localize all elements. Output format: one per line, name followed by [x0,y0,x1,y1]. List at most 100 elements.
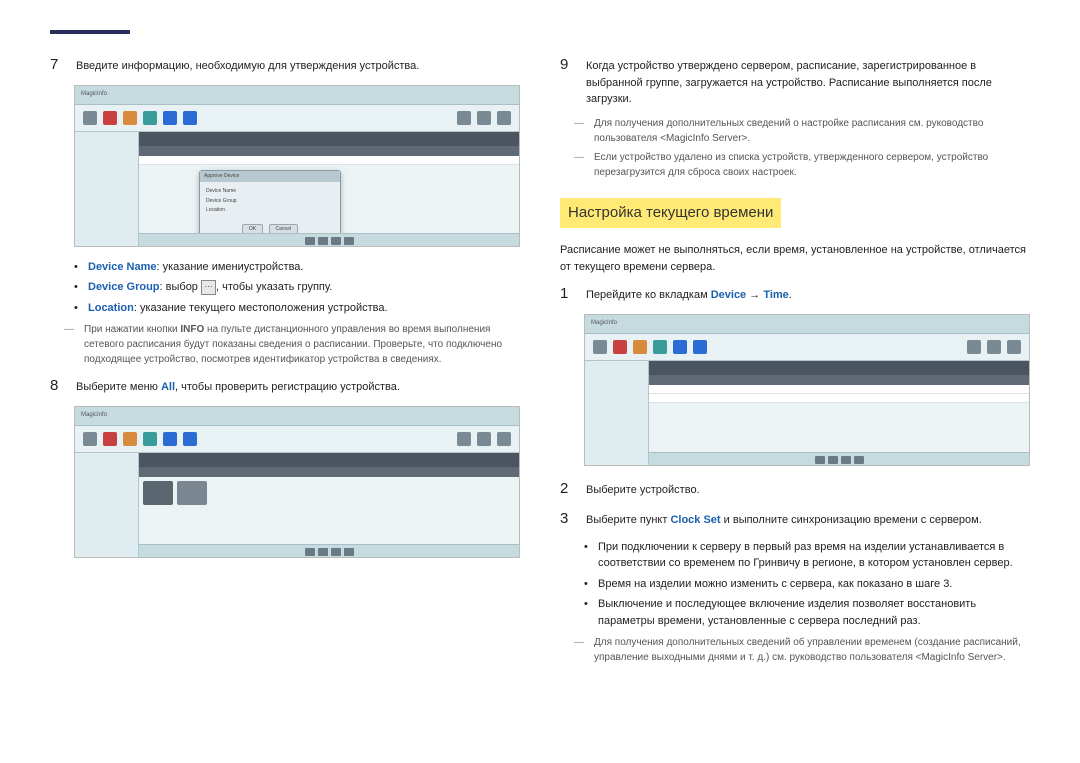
time-bullet-list: При подключении к серверу в первый раз в… [584,539,1030,630]
step-text: Выберите пункт Clock Set и выполните син… [586,512,1030,529]
toolbar-icon [497,432,511,446]
ss-logo: MagicInfo [591,319,617,328]
step-number: 2 [560,478,574,501]
toolbar-icon [163,432,177,446]
step-text: Выберите устройство. [586,482,1030,499]
toolbar-icon [103,432,117,446]
ss-footer [649,452,1029,466]
ss-tabbar [139,453,519,467]
toolbar-icon [987,340,1001,354]
toolbar-icon [613,340,627,354]
right-column: 9 Когда устройство утверждено сервером, … [560,30,1030,669]
screenshot-time-settings: MagicInfo [584,314,1030,466]
step-1: 1 Перейдите ко вкладкам Device → Time. [560,283,1030,306]
device-thumb [177,481,207,505]
step-2: 2 Выберите устройство. [560,478,1030,501]
ss-subtabs [649,375,1029,385]
field-label: Location [88,302,134,314]
text-part: Выберите меню [76,381,161,393]
dialog-field: Device Name [206,188,334,196]
note-list: При нажатии кнопки INFO на пульте дистан… [64,322,520,367]
dialog-field: Device Group [206,198,334,206]
toolbar-icon [633,340,647,354]
info-label: INFO [180,324,204,335]
step-number: 1 [560,283,574,306]
toolbar-icon [967,340,981,354]
ss-row [649,394,1029,403]
arrow: → [746,289,763,301]
ss-body [585,361,1029,466]
list-item: При подключении к серверу в первый раз в… [584,539,1030,572]
step-9: 9 Когда устройство утверждено сервером, … [560,54,1030,108]
toolbar-icon [477,111,491,125]
note-list: Для получения дополнительных сведений об… [574,635,1030,665]
toolbar-icon [143,111,157,125]
step-text: Перейдите ко вкладкам Device → Time. [586,287,1030,304]
note-item: При нажатии кнопки INFO на пульте дистан… [64,322,520,367]
step-text: Введите информацию, необходимую для утве… [76,58,520,75]
field-text: : выбор [160,281,201,293]
list-item: Выключение и последующее включение издел… [584,596,1030,629]
step-7: 7 Введите информацию, необходимую для ут… [50,54,520,77]
ss-body [75,453,519,558]
step-number: 7 [50,54,64,77]
note-text: При нажатии кнопки INFO на пульте дистан… [84,324,502,365]
toolbar-icon [693,340,707,354]
toolbar-icon [143,432,157,446]
dialog-body: Device Name Device Group Location [200,182,340,221]
toolbar-icon [457,111,471,125]
field-text: : указание текущего местоположения устро… [134,302,388,314]
toolbar-icon [123,111,137,125]
ss-titlebar: MagicInfo [75,86,519,105]
toolbar-icon [673,340,687,354]
section-indicator [50,30,130,34]
toolbar-icon [83,432,97,446]
ss-subtabs [139,467,519,477]
text-part: и выполните синхронизацию времени с серв… [721,514,982,526]
all-label: All [161,381,175,393]
left-column: 7 Введите информацию, необходимую для ут… [50,30,520,669]
step-number: 3 [560,508,574,531]
clockset-label: Clock Set [670,514,720,526]
ss-sidebar [75,132,139,247]
toolbar-icon [183,432,197,446]
toolbar-icon [477,432,491,446]
list-item: Location: указание текущего местоположен… [74,300,520,317]
ss-titlebar: MagicInfo [75,407,519,426]
step-3: 3 Выберите пункт Clock Set и выполните с… [560,508,1030,531]
device-thumb [143,481,173,505]
ss-body: Approve Device Device Name Device Group … [75,132,519,247]
page-container: 7 Введите информацию, необходимую для ут… [0,0,1080,689]
ss-subtabs [139,146,519,156]
ss-logo: MagicInfo [81,411,107,420]
ss-row [649,385,1029,394]
toolbar-icon [183,111,197,125]
toolbar-icon [83,111,97,125]
ss-sidebar [585,361,649,466]
field-text: , чтобы указать группу. [216,281,332,293]
screenshot-device-list: MagicInfo [74,406,520,558]
list-item: Device Name: указание имениустройства. [74,259,520,276]
toolbar-icon [457,432,471,446]
text-part: Выберите пункт [586,514,670,526]
step-number: 8 [50,375,64,398]
note-item: Для получения дополнительных сведений о … [574,116,1030,146]
ss-footer [139,544,519,558]
ss-toolbar [75,426,519,453]
toolbar-icon [1007,340,1021,354]
step-text: Когда устройство утверждено сервером, ра… [586,58,1030,108]
field-label: Device Name [88,261,157,273]
ss-main [649,361,1029,466]
note-list: Для получения дополнительных сведений о … [574,116,1030,180]
text-part: Перейдите ко вкладкам [586,289,711,301]
ss-toolbar [585,334,1029,361]
section-heading: Настройка текущего времени [560,198,781,229]
browse-icon: ⋯ [201,280,216,295]
field-description-list: Device Name: указание имениустройства. D… [74,259,520,317]
ss-footer [139,233,519,247]
ss-logo: MagicInfo [81,90,107,99]
section-intro: Расписание может не выполняться, если вр… [560,242,1030,275]
ss-tabbar [139,132,519,146]
toolbar-icon [593,340,607,354]
list-item: Время на изделии можно изменить с сервер… [584,576,1030,593]
